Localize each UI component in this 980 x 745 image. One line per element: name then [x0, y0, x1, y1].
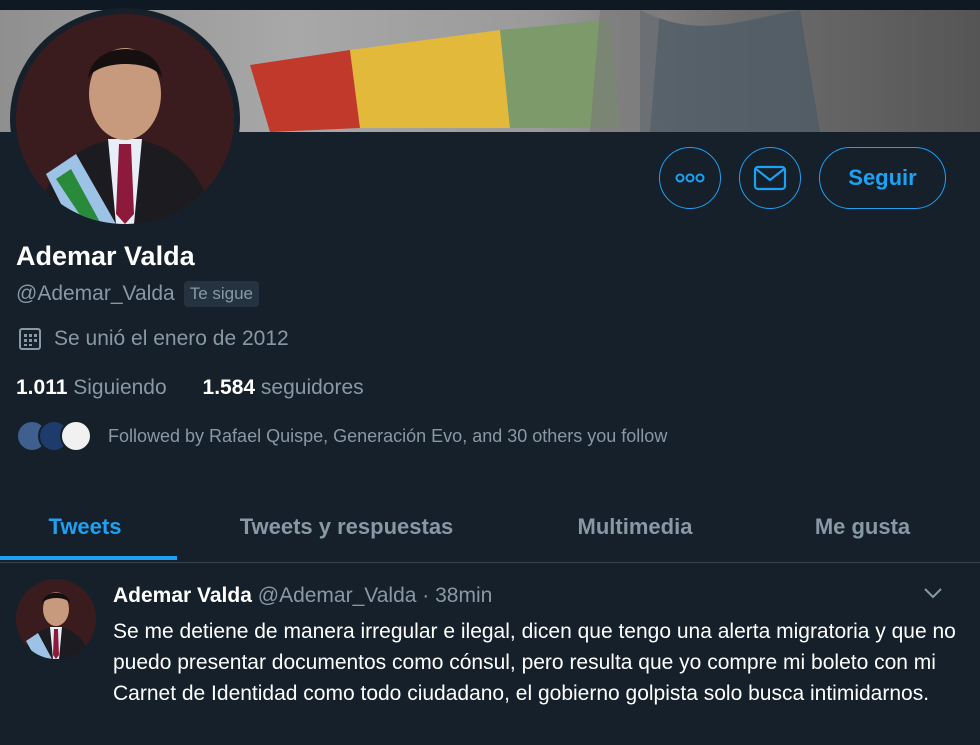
- tweet-header: Ademar Valda @Ademar_Valda · 38min: [113, 584, 492, 608]
- tweet-author-handle[interactable]: @Ademar_Valda: [258, 584, 417, 607]
- more-options-button[interactable]: [659, 147, 721, 209]
- tweet-separator: ·: [422, 584, 430, 607]
- following-label: Siguiendo: [73, 376, 167, 399]
- message-button[interactable]: [739, 147, 801, 209]
- tweet-menu-button[interactable]: [922, 586, 944, 605]
- joined-date: Se unió el enero de 2012: [18, 327, 289, 351]
- profile-name: Ademar Valda: [16, 241, 195, 271]
- joined-text: Se unió el enero de 2012: [54, 327, 289, 350]
- follow-button[interactable]: Seguir: [819, 147, 946, 209]
- tab-media[interactable]: Multimedia: [540, 492, 730, 562]
- tweet-time[interactable]: 38min: [435, 584, 492, 607]
- more-icon: [675, 173, 705, 183]
- profile-avatar[interactable]: [10, 8, 240, 230]
- handle-row: @Ademar_Valda Te sigue: [16, 281, 260, 307]
- chevron-down-icon: [924, 588, 942, 599]
- follows-you-badge: Te sigue: [183, 281, 260, 307]
- tab-tweets-replies[interactable]: Tweets y respuestas: [205, 492, 488, 562]
- tweet-text: Se me detiene de manera irregular e ileg…: [113, 620, 956, 705]
- top-bar: [0, 0, 980, 10]
- tweet-author-name[interactable]: Ademar Valda: [113, 584, 252, 607]
- following-count: 1.011: [16, 376, 68, 399]
- followers-count: 1.584: [202, 376, 256, 399]
- calendar-icon: [19, 328, 41, 350]
- follow-stats: 1.011 Siguiendo 1.584 seguidores: [16, 376, 364, 400]
- avatar-image: [16, 14, 234, 224]
- mail-icon: [753, 165, 787, 191]
- profile-handle: @Ademar_Valda: [16, 282, 175, 305]
- active-tab-indicator: [0, 556, 177, 560]
- tweet-avatar[interactable]: [16, 579, 96, 659]
- mini-avatar: [60, 420, 92, 452]
- tab-likes[interactable]: Me gusta: [780, 492, 945, 562]
- followers-label: seguidores: [260, 376, 364, 399]
- followers-you-know-avatars: [16, 420, 92, 452]
- tab-tweets[interactable]: Tweets: [0, 492, 170, 562]
- followed-by[interactable]: Followed by Rafael Quispe, Generación Ev…: [16, 420, 667, 452]
- tweet-avatar-image: [16, 579, 96, 659]
- followers-link[interactable]: 1.584 seguidores: [203, 376, 364, 399]
- followed-by-text: Followed by Rafael Quispe, Generación Ev…: [108, 425, 668, 446]
- following-link[interactable]: 1.011 Siguiendo: [16, 376, 167, 399]
- profile-tabs: Tweets Tweets y respuestas Multimedia Me…: [0, 492, 980, 563]
